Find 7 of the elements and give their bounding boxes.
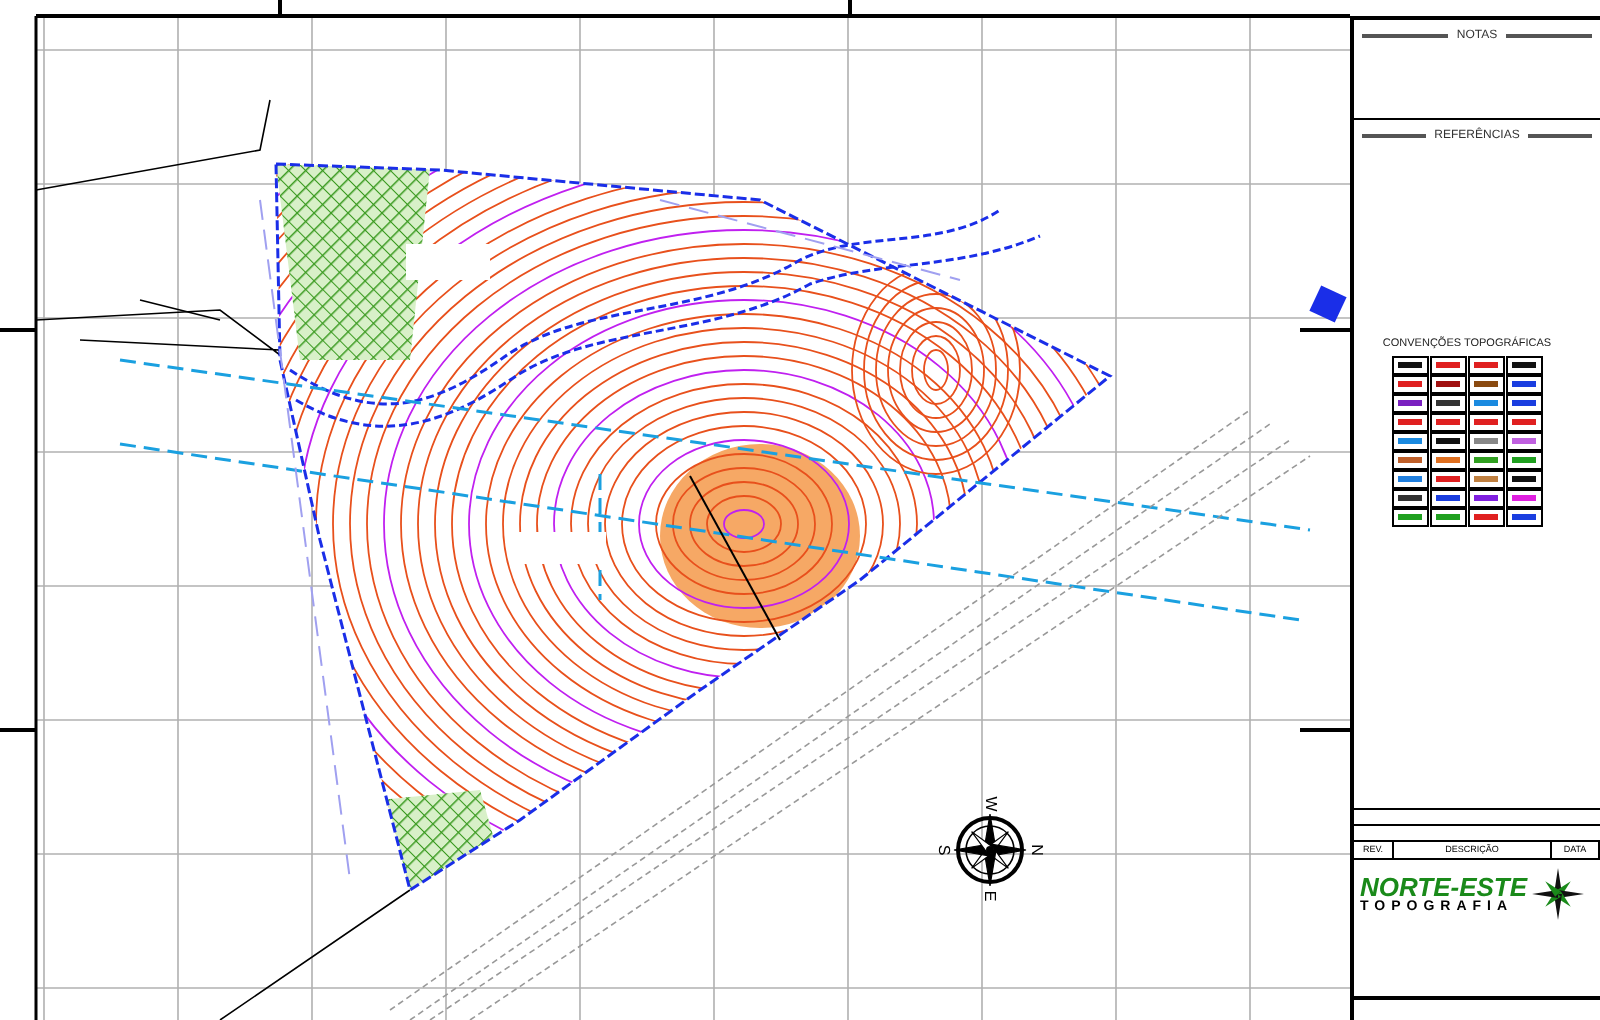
compass-letter: E [982, 890, 998, 902]
logo-name: NORTE-ESTE [1360, 874, 1528, 900]
star-logo-icon [1531, 868, 1584, 920]
compass-letter: S [936, 844, 953, 856]
compass-letter: W [982, 796, 998, 812]
compass-letter: N [1027, 844, 1044, 856]
compass-rose-icon [951, 812, 1028, 888]
